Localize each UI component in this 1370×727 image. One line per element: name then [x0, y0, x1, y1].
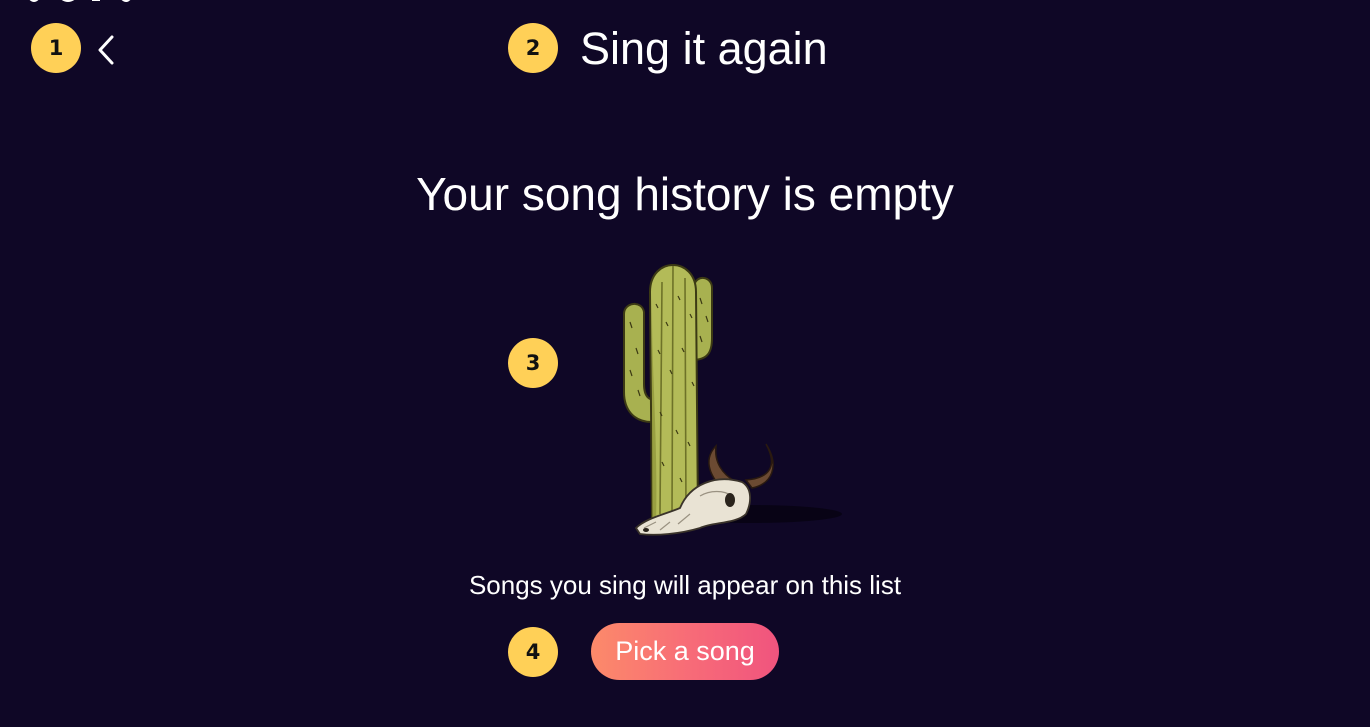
- empty-state-title: Your song history is empty: [416, 168, 954, 220]
- cactus-skull-illustration: [600, 252, 850, 542]
- page-title: Sing it again: [580, 23, 828, 74]
- cropped-top-fragment: [22, 0, 132, 4]
- annotation-badge-2: 2: [508, 23, 558, 73]
- annotation-badge-4: 4: [508, 627, 558, 677]
- chevron-left-icon: [98, 35, 114, 65]
- annotation-badge-3: 3: [508, 338, 558, 388]
- pick-a-song-button[interactable]: Pick a song: [591, 623, 779, 680]
- empty-state-subtitle: Songs you sing will appear on this list: [468, 570, 902, 600]
- back-button[interactable]: [88, 28, 124, 72]
- annotation-badge-1: 1: [31, 23, 81, 73]
